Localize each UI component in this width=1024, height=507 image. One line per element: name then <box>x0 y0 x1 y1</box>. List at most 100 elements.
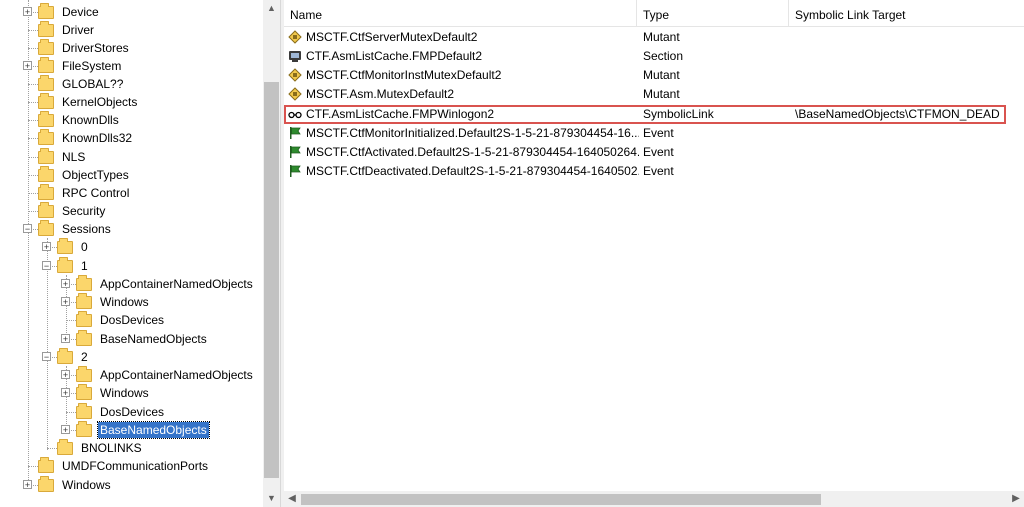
mutex-icon <box>288 30 302 44</box>
column-header-name[interactable]: Name <box>284 0 637 27</box>
tree-vertical-scrollbar[interactable]: ▲ ▼ <box>263 0 280 507</box>
tree-item-security[interactable]: Security <box>0 201 107 220</box>
tree-item-objecttypes[interactable]: ObjectTypes <box>0 165 131 184</box>
row-name: CTF.AsmListCache.FMPDefault2 <box>306 49 483 63</box>
tree-item-session-1[interactable]: − 1 <box>0 256 90 275</box>
tree-item-label: AppContainerNamedObjects <box>100 368 253 382</box>
tree-item-label: 2 <box>81 350 88 364</box>
tree-item-label: BaseNamedObjects <box>97 421 210 439</box>
expand-icon[interactable]: + <box>61 334 70 344</box>
folder-icon <box>38 20 54 37</box>
tree-item-driverstores[interactable]: DriverStores <box>0 38 131 57</box>
tree-item-kernelobjects[interactable]: KernelObjects <box>0 92 139 111</box>
tree-item-basenamedobjects[interactable]: + BaseNamedObjects <box>0 329 209 348</box>
expand-icon[interactable]: + <box>61 425 70 435</box>
tree-item-session-0[interactable]: + 0 <box>0 237 90 256</box>
list-row[interactable]: MSCTF.CtfMonitorInstMutexDefault2 Mutant <box>284 66 1006 85</box>
scroll-up-arrow-icon[interactable]: ▲ <box>263 0 280 17</box>
tree-connector <box>28 466 38 467</box>
expand-icon[interactable]: + <box>61 370 70 380</box>
folder-icon <box>76 365 92 382</box>
row-name: MSCTF.CtfDeactivated.Default2S-1-5-21-87… <box>306 164 639 178</box>
tree-item-nls[interactable]: NLS <box>0 147 87 166</box>
scroll-down-arrow-icon[interactable]: ▼ <box>263 490 280 507</box>
tree-item-label: DriverStores <box>62 41 129 55</box>
tree-item-label: KnownDlls <box>62 113 119 127</box>
list-row[interactable]: MSCTF.CtfMonitorInitialized.Default2S-1-… <box>284 124 1006 143</box>
column-header-symlink-target[interactable]: Symbolic Link Target <box>789 0 1024 27</box>
list-row[interactable]: MSCTF.Asm.MutexDefault2 Mutant <box>284 85 1006 104</box>
tree-item-global[interactable]: GLOBAL?? <box>0 74 125 93</box>
list-row[interactable]: MSCTF.CtfDeactivated.Default2S-1-5-21-87… <box>284 162 1006 181</box>
tree-item-umdfcommunicationports[interactable]: UMDFCommunicationPorts <box>0 456 210 475</box>
tree-item-knowndlls32[interactable]: KnownDlls32 <box>0 128 134 147</box>
tree-item-windows[interactable]: + Windows <box>0 383 151 402</box>
list-row[interactable]: CTF.AsmListCache.FMPDefault2 Section <box>284 47 1006 66</box>
scrollbar-thumb[interactable] <box>264 82 279 478</box>
expand-icon[interactable]: + <box>42 242 51 252</box>
row-target <box>795 162 1005 181</box>
tree-item-device[interactable]: + Device <box>0 2 101 21</box>
tree-connector <box>28 30 38 31</box>
tree-item-knowndlls[interactable]: KnownDlls <box>0 110 121 129</box>
column-header-type[interactable]: Type <box>637 0 789 27</box>
tree-item-label: KnownDlls32 <box>62 131 133 145</box>
tree-item-dosdevices[interactable]: DosDevices <box>0 402 166 421</box>
tree-item-label: Security <box>62 204 106 218</box>
expand-icon[interactable]: + <box>61 388 70 398</box>
collapse-icon[interactable]: − <box>42 261 51 271</box>
row-target <box>795 47 1005 66</box>
row-target <box>795 28 1005 47</box>
tree-item-label: RPC Control <box>62 186 130 200</box>
scrollbar-thumb[interactable] <box>301 494 821 505</box>
folder-icon <box>76 292 92 309</box>
row-name: MSCTF.Asm.MutexDefault2 <box>306 87 455 101</box>
folder-icon <box>57 347 73 364</box>
tree-item-windows[interactable]: + Windows <box>0 292 151 311</box>
tree-item-appcontainernamedobjects[interactable]: + AppContainerNamedObjects <box>0 365 255 384</box>
collapse-icon[interactable]: − <box>42 352 51 362</box>
mutex-icon <box>288 87 302 101</box>
row-target <box>795 124 1005 143</box>
tree-connector <box>28 84 38 85</box>
folder-icon <box>38 183 54 200</box>
tree-item-label: FileSystem <box>62 59 122 73</box>
tree-connector <box>66 412 76 413</box>
list-horizontal-scrollbar[interactable]: ◀ ▶ <box>284 491 1024 507</box>
object-tree[interactable]: + Device Driver DriverStores + FileSyste… <box>0 0 263 507</box>
object-list[interactable]: Name Type Symbolic Link Target MSCTF.Ctf… <box>284 0 1024 507</box>
tree-item-sessions[interactable]: − Sessions <box>0 219 113 238</box>
tree-item-label: Sessions <box>62 222 111 236</box>
tree-item-dosdevices[interactable]: DosDevices <box>0 310 166 329</box>
tree-item-basenamedobjects-selected[interactable]: + BaseNamedObjects <box>0 420 210 439</box>
list-row[interactable]: MSCTF.CtfActivated.Default2S-1-5-21-8793… <box>284 143 1006 162</box>
tree-connector <box>28 157 38 158</box>
folder-icon <box>38 456 54 473</box>
expand-icon[interactable]: + <box>61 279 70 289</box>
expand-icon[interactable]: + <box>23 480 32 490</box>
tree-item-label: ObjectTypes <box>62 168 129 182</box>
expand-icon[interactable]: + <box>61 297 70 307</box>
expand-icon[interactable]: + <box>23 61 32 71</box>
tree-item-rpc-control[interactable]: RPC Control <box>0 183 131 202</box>
tree-item-driver[interactable]: Driver <box>0 20 96 39</box>
list-row-highlighted[interactable]: CTF.AsmListCache.FMPWinlogon2 SymbolicLi… <box>284 105 1006 124</box>
tree-item-appcontainernamedobjects[interactable]: + AppContainerNamedObjects <box>0 274 255 293</box>
tree-item-label: Driver <box>62 23 94 37</box>
list-row[interactable]: MSCTF.CtfServerMutexDefault2 Mutant <box>284 28 1006 47</box>
folder-icon <box>38 147 54 164</box>
tree-item-session-2[interactable]: − 2 <box>0 347 90 366</box>
row-target <box>795 85 1005 104</box>
scroll-right-arrow-icon[interactable]: ▶ <box>1008 491 1024 507</box>
event-flag-icon <box>290 146 301 158</box>
tree-item-filesystem[interactable]: + FileSystem <box>0 56 123 75</box>
folder-icon <box>76 310 92 327</box>
folder-icon <box>38 92 54 109</box>
scroll-left-arrow-icon[interactable]: ◀ <box>284 491 300 507</box>
tree-item-bnolinks[interactable]: BNOLINKS <box>0 438 144 457</box>
tree-item-windows-root[interactable]: + Windows <box>0 475 113 494</box>
row-target: \BaseNamedObjects\CTFMON_DEAD <box>795 107 1000 121</box>
row-type: Mutant <box>643 87 680 101</box>
expand-icon[interactable]: + <box>23 7 32 17</box>
collapse-icon[interactable]: − <box>23 224 32 234</box>
